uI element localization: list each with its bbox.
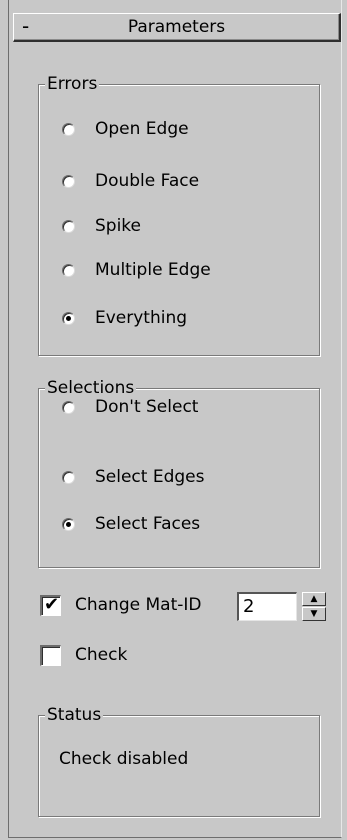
errors-group-label: Errors (45, 72, 100, 96)
radio-select-edges[interactable]: Select Edges (62, 464, 205, 490)
radio-icon[interactable] (62, 174, 75, 188)
radio-select-faces[interactable]: Select Faces (62, 511, 200, 537)
radio-icon[interactable] (62, 311, 75, 325)
check-label: Check (75, 645, 128, 665)
mat-id-input[interactable]: 2 (237, 592, 297, 621)
spinner-down-icon[interactable]: ▼ (302, 607, 326, 621)
rollout-title-bar[interactable]: - Parameters (13, 13, 341, 42)
radio-label: Select Edges (95, 467, 205, 487)
radio-label: Select Faces (95, 514, 201, 534)
selections-group: Selections Don't Select Select Edges Sel… (38, 376, 320, 568)
radio-icon[interactable] (62, 470, 75, 484)
errors-group: Errors Open Edge Double Face Spike Multi… (38, 72, 320, 356)
radio-spike[interactable]: Spike (62, 213, 141, 239)
radio-icon[interactable] (62, 400, 75, 414)
radio-icon[interactable] (62, 263, 75, 277)
rollout-title: Parameters (127, 17, 226, 37)
radio-dont-select[interactable]: Don't Select (62, 394, 198, 420)
change-mat-id-label: Change Mat-ID (75, 595, 202, 615)
status-text: Check disabled (59, 749, 189, 769)
check-mark-icon: ✔ (44, 594, 60, 615)
radio-label: Open Edge (95, 119, 189, 139)
check-checkbox[interactable] (40, 645, 61, 666)
radio-double-face[interactable]: Double Face (62, 168, 199, 194)
status-group-label: Status (45, 703, 104, 727)
radio-label: Don't Select (95, 397, 199, 417)
radio-label: Multiple Edge (95, 260, 211, 280)
change-mat-id-checkbox[interactable]: ✔ (40, 594, 61, 616)
radio-icon[interactable] (62, 517, 75, 531)
radio-everything[interactable]: Everything (62, 305, 187, 331)
status-group: Status Check disabled (38, 703, 320, 817)
radio-label: Double Face (95, 171, 200, 191)
radio-multiple-edge[interactable]: Multiple Edge (62, 257, 211, 283)
radio-label: Everything (95, 308, 188, 328)
radio-open-edge[interactable]: Open Edge (62, 116, 189, 142)
radio-label: Spike (95, 216, 142, 236)
radio-icon[interactable] (62, 219, 75, 233)
radio-icon[interactable] (62, 122, 75, 136)
spinner-up-icon[interactable]: ▲ (302, 592, 326, 606)
